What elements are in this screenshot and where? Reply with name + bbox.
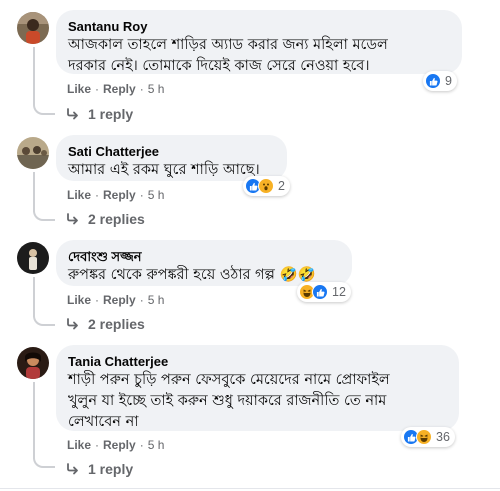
reply-connector	[33, 210, 55, 221]
thread-line	[33, 47, 35, 105]
comment-bubble: Sati Chatterjee আমার এই রকম ঘুরে শাড়ি আ…	[56, 135, 287, 181]
comment-text-line: দরকার নেই। তোমাকে দিয়েই কাজ সেরে নেওয়া…	[68, 58, 370, 74]
separator: ·	[95, 82, 100, 96]
reply-connector	[33, 315, 55, 326]
like-icon	[425, 73, 441, 89]
comment-thread: Santanu Roy আজকাল তাহলে শাড়ির অ্যাড করা…	[0, 0, 500, 491]
view-replies-link[interactable]: 1 reply	[66, 461, 133, 477]
avatar[interactable]	[17, 12, 49, 44]
comment-text-line: আমার এই রকম ঘুরে শাড়ি আছে।	[68, 162, 260, 178]
comment-bubble: দেবাংশু সজ্জন রুপঙ্কর থেকে রুপঙ্করী হয়ে…	[56, 240, 352, 286]
comment-text-line: খুলুন যা ইচ্ছে তাই করুন শুধু দয়াকরে রাজ…	[68, 393, 387, 409]
comment-text-line: শাড়ী পরুন চুড়ি পরুন ফেসবুকে মেয়েদের ন…	[68, 372, 390, 388]
avatar[interactable]	[17, 137, 49, 169]
replies-count-label: 1 reply	[88, 106, 134, 122]
comment-author[interactable]: দেবাংশু সজ্জন	[68, 248, 340, 265]
reaction-summary[interactable]: 2	[243, 176, 290, 196]
like-button[interactable]: Like	[67, 188, 91, 202]
comment-author[interactable]: Santanu Roy	[68, 18, 450, 35]
view-replies-link[interactable]: 2 replies	[66, 316, 145, 332]
replies-count-label: 2 replies	[88, 316, 145, 332]
like-button[interactable]: Like	[67, 82, 91, 96]
separator: ·	[95, 188, 100, 202]
reaction-count: 36	[436, 430, 450, 444]
comment-bubble: Santanu Roy আজকাল তাহলে শাড়ির অ্যাড করা…	[56, 10, 462, 74]
reply-button[interactable]: Reply	[103, 293, 136, 307]
reply-arrow-icon	[66, 108, 80, 120]
reply-connector	[33, 104, 55, 115]
reply-button[interactable]: Reply	[103, 188, 136, 202]
comment-actions: Like · Reply · 5 h	[67, 438, 164, 452]
comment-actions: Like · Reply · 5 h	[67, 293, 164, 307]
reply-arrow-icon	[66, 213, 80, 225]
timestamp[interactable]: 5 h	[148, 293, 165, 307]
reaction-summary[interactable]: 12	[297, 282, 351, 302]
avatar[interactable]	[17, 242, 49, 274]
comment-text-line: আজকাল তাহলে শাড়ির অ্যাড করার জন্য মহিলা…	[68, 37, 388, 53]
replies-count-label: 2 replies	[88, 211, 145, 227]
timestamp[interactable]: 5 h	[148, 438, 165, 452]
separator: ·	[139, 188, 144, 202]
reply-arrow-icon	[66, 463, 80, 475]
comment-author[interactable]: Sati Chatterjee	[68, 143, 275, 160]
reaction-summary[interactable]: 36	[401, 427, 455, 447]
reaction-count: 12	[332, 285, 346, 299]
separator: ·	[95, 293, 100, 307]
separator: ·	[139, 293, 144, 307]
like-button[interactable]: Like	[67, 438, 91, 452]
comment-actions: Like · Reply · 5 h	[67, 82, 164, 96]
view-replies-link[interactable]: 2 replies	[66, 211, 145, 227]
avatar[interactable]	[17, 347, 49, 379]
replies-count-label: 1 reply	[88, 461, 134, 477]
thread-line	[33, 277, 35, 317]
reply-connector	[33, 457, 55, 468]
like-icon	[312, 284, 328, 300]
separator: ·	[95, 438, 100, 452]
haha-icon	[416, 429, 432, 445]
reaction-count: 9	[445, 74, 452, 88]
separator: ·	[139, 82, 144, 96]
like-button[interactable]: Like	[67, 293, 91, 307]
comment-text-line: রুপঙ্কর থেকে রুপঙ্করী হয়ে ওঠার গল্প 🤣🤣	[68, 267, 316, 283]
thread-line	[33, 172, 35, 212]
view-replies-link[interactable]: 1 reply	[66, 106, 133, 122]
timestamp[interactable]: 5 h	[148, 188, 165, 202]
reaction-summary[interactable]: 9	[423, 71, 457, 91]
divider	[0, 488, 500, 489]
comment-author[interactable]: Tania Chatterjee	[68, 353, 447, 370]
reply-arrow-icon	[66, 318, 80, 330]
reaction-count: 2	[278, 179, 285, 193]
reply-button[interactable]: Reply	[103, 438, 136, 452]
thread-line	[33, 382, 35, 459]
comment-text-line: লেখাবেন না	[68, 414, 139, 430]
comment-actions: Like · Reply · 5 h	[67, 188, 164, 202]
separator: ·	[139, 438, 144, 452]
wow-icon	[258, 178, 274, 194]
timestamp[interactable]: 5 h	[148, 82, 165, 96]
comment-bubble: Tania Chatterjee শাড়ী পরুন চুড়ি পরুন ফ…	[56, 345, 459, 431]
reply-button[interactable]: Reply	[103, 82, 136, 96]
